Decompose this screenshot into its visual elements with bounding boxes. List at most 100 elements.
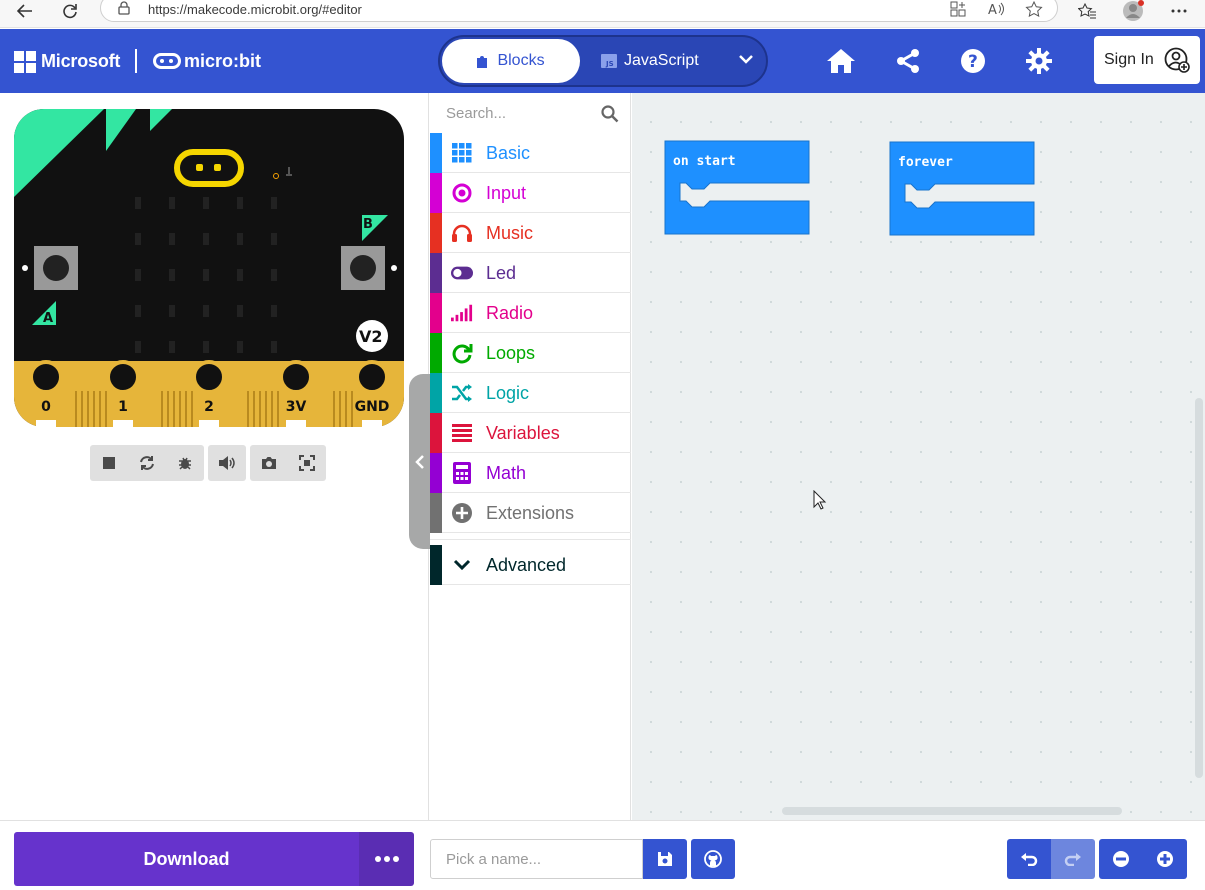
github-icon (704, 850, 722, 868)
chevron-down-icon (451, 554, 473, 576)
toolbox-search[interactable]: Search... (430, 93, 631, 133)
github-button[interactable] (691, 839, 735, 879)
category-extensions[interactable]: Extensions (430, 493, 631, 533)
share-icon[interactable] (891, 44, 925, 78)
category-label: Basic (486, 143, 531, 163)
microbit-brand[interactable]: micro:bit (184, 51, 261, 72)
category-advanced[interactable]: Advanced (430, 545, 631, 585)
category-music[interactable]: Music (430, 213, 631, 253)
tab-blocks-label: Blocks (497, 52, 545, 69)
help-icon[interactable]: ? (956, 44, 990, 78)
undo-button[interactable] (1007, 839, 1051, 879)
pin-gnd-label: GND (355, 399, 390, 415)
js-file-icon: JS (601, 54, 617, 68)
horizontal-scrollbar[interactable] (782, 807, 1122, 815)
category-loops[interactable]: Loops (430, 333, 631, 373)
microbit-board[interactable]: A B V2 0 1 2 3V GND (14, 109, 404, 427)
bug-icon[interactable] (166, 445, 204, 481)
block-label: on start (673, 154, 736, 169)
vertical-scrollbar[interactable] (1195, 398, 1203, 778)
category-label: Radio (486, 303, 534, 323)
address-bar[interactable]: https://makecode.microbit.org/#editor A (100, 0, 1058, 22)
search-input[interactable]: Search... (446, 105, 506, 122)
tab-javascript[interactable]: JS JavaScript (600, 39, 720, 83)
save-icon (658, 852, 672, 866)
category-input[interactable]: Input (430, 173, 631, 213)
more-options-button[interactable] (359, 832, 414, 886)
collapse-simulator-handle[interactable] (409, 374, 431, 549)
category-variables[interactable]: Variables (430, 413, 631, 453)
category-label: Variables (486, 423, 560, 443)
microsoft-brand[interactable]: Microsoft (41, 51, 120, 72)
category-label: Music (486, 223, 534, 243)
version-badge: V2 (359, 327, 383, 346)
microbit-logo-icon[interactable] (153, 53, 181, 69)
restart-icon[interactable] (128, 445, 166, 481)
volume-icon[interactable] (208, 445, 246, 481)
pin-3v-label: 3V (286, 399, 307, 415)
chevron-left-icon (415, 454, 424, 469)
tab-blocks[interactable]: Blocks (442, 39, 580, 83)
zoom-out-button[interactable] (1099, 839, 1143, 879)
favorite-star-icon[interactable] (1025, 0, 1043, 18)
category-label: Logic (486, 383, 530, 403)
simulator-toolbar (90, 445, 326, 481)
download-button[interactable]: Download (14, 832, 359, 886)
save-button[interactable] (643, 839, 687, 879)
bottom-toolbar: Download (0, 820, 1205, 890)
pin-1-label: 1 (118, 399, 128, 415)
sign-in-button[interactable]: Sign In (1094, 36, 1200, 84)
category-radio[interactable]: Radio (430, 293, 631, 333)
mouse-cursor-icon (813, 490, 827, 510)
category-basic[interactable]: Basic (430, 133, 631, 173)
button-b-label: B (363, 217, 373, 232)
browser-toolbar: https://makecode.microbit.org/#editor A (0, 0, 1205, 28)
calculator-icon (451, 462, 473, 484)
chevron-down-icon[interactable] (738, 51, 754, 67)
minus-circle-icon (1113, 851, 1129, 867)
on-start-block[interactable]: on start (664, 140, 810, 236)
signal-bars-icon (451, 302, 473, 324)
block-label: forever (898, 155, 953, 170)
svg-text:A: A (988, 3, 997, 17)
url-text: https://makecode.microbit.org/#editor (148, 2, 362, 17)
sign-in-label: Sign In (1104, 51, 1154, 68)
plus-circle-icon (1157, 851, 1173, 867)
zoom-in-button[interactable] (1143, 839, 1187, 879)
favorites-icon[interactable] (1076, 0, 1098, 22)
pin-2-label: 2 (204, 399, 214, 415)
svg-text:?: ? (968, 52, 978, 72)
category-label: Loops (486, 343, 536, 363)
forever-block[interactable]: forever (889, 141, 1035, 237)
read-aloud-icon[interactable]: A (987, 1, 1005, 18)
category-label: Led (486, 263, 517, 283)
apps-icon[interactable] (949, 1, 967, 17)
plus-circle-icon (451, 502, 473, 524)
project-name-input[interactable] (430, 839, 643, 879)
profile-avatar-icon[interactable] (1122, 0, 1144, 22)
pin-0-label: 0 (41, 399, 51, 415)
toolbox-separator (430, 539, 631, 540)
tab-javascript-label: JavaScript (624, 52, 699, 69)
puzzle-icon (477, 56, 488, 68)
redo-icon (1064, 853, 1081, 866)
undo-icon (1021, 853, 1038, 866)
refresh-icon (451, 342, 473, 364)
category-logic[interactable]: Logic (430, 373, 631, 413)
microsoft-logo-icon[interactable] (14, 51, 36, 73)
camera-icon[interactable] (250, 445, 288, 481)
category-led[interactable]: Led (430, 253, 631, 293)
back-arrow-icon[interactable] (14, 0, 36, 22)
refresh-icon[interactable] (59, 0, 81, 22)
search-icon[interactable] (601, 105, 619, 123)
stop-icon[interactable] (90, 445, 128, 481)
gear-icon[interactable] (1022, 44, 1056, 78)
user-add-icon (1164, 47, 1190, 73)
more-menu-icon[interactable] (1168, 0, 1190, 22)
button-a-label: A (43, 311, 53, 326)
category-math[interactable]: Math (430, 453, 631, 493)
home-icon[interactable] (824, 44, 858, 78)
fullscreen-icon[interactable] (288, 445, 326, 481)
blocks-workspace[interactable]: on start forever (632, 93, 1205, 820)
redo-button[interactable] (1051, 839, 1095, 879)
